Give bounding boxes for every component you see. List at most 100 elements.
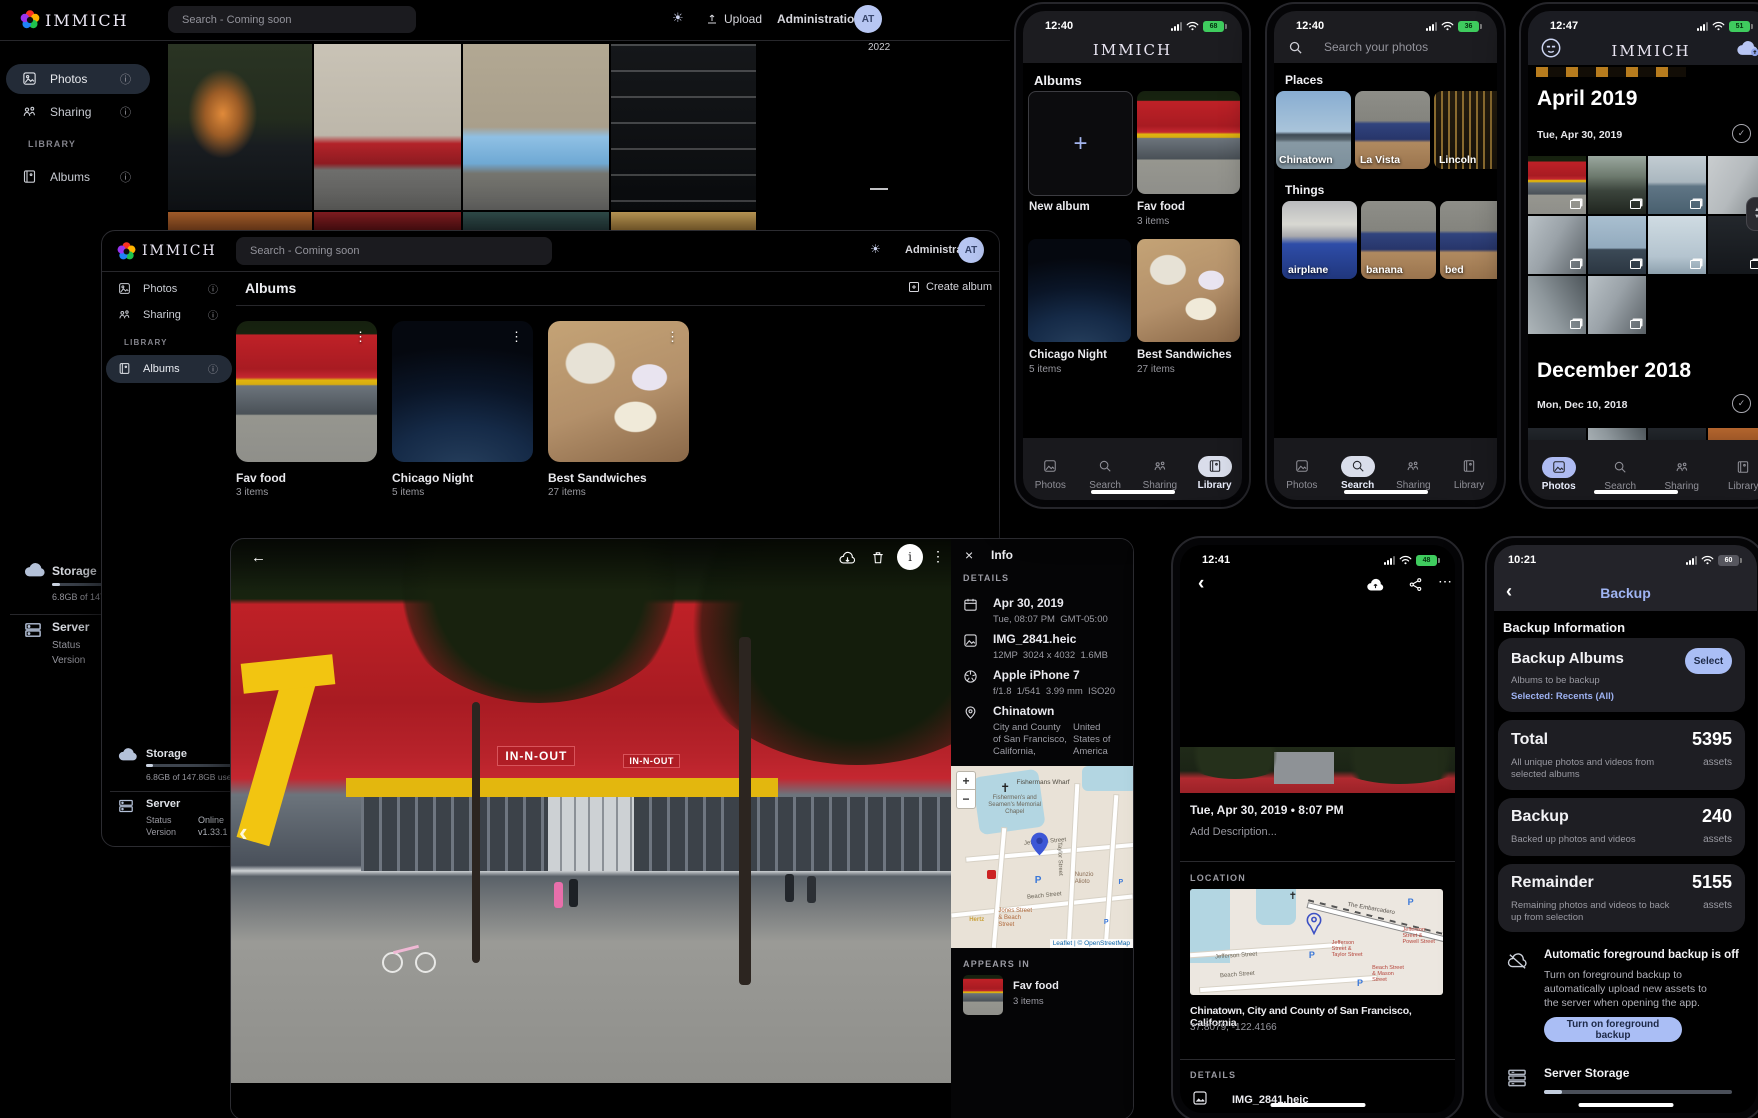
photo-thumb[interactable] [1648,156,1706,214]
map-zoom-out-button[interactable]: − [956,789,976,809]
photo-tile[interactable] [463,44,609,210]
photo-tile[interactable] [611,212,756,230]
administration-button[interactable]: Administration [777,12,862,26]
description-field[interactable]: Add Description... [1190,826,1277,838]
map-attribution[interactable]: Leaflet | © OpenStreetMap [1050,939,1133,948]
photo-thumb[interactable] [1528,156,1586,214]
back-chevron-icon[interactable]: ‹ [1198,573,1204,595]
nav-library[interactable]: Library [1441,456,1497,491]
info-icon[interactable]: ⓘ [120,71,131,87]
nav-sharing[interactable]: Sharing [1386,456,1442,491]
nav-photos-active[interactable]: Photos [1528,457,1590,492]
storefront-sign: IN-N-OUT [497,746,575,766]
stack-badge-icon [1690,200,1701,209]
search-input[interactable] [1310,35,1497,59]
street [966,842,1133,861]
photo-thumb[interactable] [1588,216,1646,274]
timeline-scrubber[interactable] [870,188,888,190]
user-avatar[interactable]: AT [958,237,984,263]
info-icon[interactable]: ⓘ [208,281,218,296]
library-icon [1726,457,1758,478]
nav-search[interactable]: Search [1590,457,1652,492]
coordinates-text: 37.8079, -122.4166 [1190,1022,1277,1033]
photo-thumb[interactable] [1648,216,1706,274]
detail-place-sub: City and County of San Francisco, Califo… [993,722,1069,758]
theme-toggle-sun-icon[interactable]: ☀ [870,242,881,256]
art-layer [1331,747,1455,784]
search-input[interactable] [236,237,552,265]
photo-tile[interactable] [314,212,461,230]
photo-tile[interactable] [463,212,609,230]
new-album-card[interactable]: + [1028,91,1133,196]
album-count: 3 items [1137,216,1169,227]
create-album-button[interactable]: Create album [908,281,992,293]
nav-label: Library [1198,480,1232,491]
upload-button[interactable]: Upload [706,12,762,26]
sidebar-item-albums[interactable]: Albums ⓘ [118,362,228,375]
appears-in-album[interactable]: Fav food 3 items [963,975,1123,1017]
share-icon[interactable] [1408,577,1423,592]
sidebar-item-photos[interactable]: Photos ⓘ [118,282,228,295]
info-icon[interactable]: ⓘ [208,307,218,322]
nav-library[interactable]: Library [1713,457,1758,492]
album-menu-icon[interactable]: ⋮ [354,329,367,345]
nav-sharing[interactable]: Sharing [1651,457,1713,492]
info-icon[interactable]: ⓘ [120,104,131,120]
timeline-year[interactable]: 2022 [868,42,890,53]
server-icon [24,622,42,638]
upload-cloud-icon[interactable] [1736,39,1758,57]
info-icon[interactable]: ⓘ [208,361,218,376]
previous-photo-chevron[interactable]: ‹ [239,817,248,848]
turn-on-backup-button[interactable]: Turn on foreground backup [1544,1017,1682,1042]
map-zoom-in-button[interactable]: + [956,771,976,791]
photo-tile[interactable] [168,212,312,230]
sidebar-item-albums[interactable]: Albums ⓘ [22,169,142,184]
photo-thumb[interactable] [1528,216,1586,274]
select-day-check-icon[interactable]: ✓ [1732,394,1751,413]
select-day-check-icon[interactable]: ✓ [1732,124,1751,143]
stat-desc: All unique photos and videos from select… [1511,757,1671,781]
album-card-fav-food[interactable] [1137,91,1240,194]
album-card-best-sandwiches[interactable]: ⋮ Best Sandwiches 27 items [548,321,689,498]
nav-search-active[interactable]: Search [1330,456,1386,491]
back-arrow-icon[interactable]: ← [251,549,266,566]
search-input[interactable] [168,6,416,33]
location-map[interactable]: Fishermans Wharf Fishermen's and Seamen'… [951,766,1133,948]
timeline-scroll-thumb[interactable]: ▲▼ [1746,197,1758,231]
photo-thumb[interactable] [1588,156,1646,214]
info-icon-active[interactable]: i [897,544,923,570]
photo-strip[interactable] [1180,747,1455,793]
upload-cloud-icon[interactable] [1366,578,1385,592]
close-icon[interactable]: × [965,547,973,563]
sidebar-item-photos[interactable]: Photos ⓘ [22,71,142,86]
photo-tile[interactable] [314,44,461,210]
photo-thumb[interactable] [1588,276,1646,334]
user-avatar[interactable]: AT [854,5,882,33]
info-icon[interactable]: ⓘ [120,169,131,185]
sharing-icon [1143,456,1177,477]
nav-photos[interactable]: Photos [1023,456,1078,491]
album-menu-icon[interactable]: ⋮ [510,329,523,345]
album-card-fav-food[interactable]: ⋮ Fav food 3 items [236,321,377,498]
photo-thumb[interactable] [1528,276,1586,334]
album-card-best-sandwiches[interactable] [1137,239,1240,342]
photo-tile[interactable] [168,44,312,210]
trash-icon[interactable] [871,550,885,565]
location-map[interactable]: The Embarcadero Jefferson Street Beach S… [1190,889,1443,995]
sidebar-item-sharing[interactable]: Sharing ⓘ [118,308,228,321]
photo-tile[interactable] [611,44,756,210]
album-card-chicago-night[interactable]: ⋮ Chicago Night 5 items [392,321,533,498]
nav-library-active[interactable]: Library [1187,456,1242,491]
more-menu-icon[interactable]: ⋮ [931,548,945,565]
album-menu-icon[interactable]: ⋮ [666,329,679,345]
cloud-download-icon[interactable] [839,551,856,565]
album-card-chicago-night[interactable] [1028,239,1131,342]
nav-search[interactable]: Search [1078,456,1133,491]
select-albums-button[interactable]: Select [1685,648,1732,674]
nav-sharing[interactable]: Sharing [1133,456,1188,491]
theme-toggle-sun-icon[interactable]: ☀ [672,10,684,26]
more-menu-icon[interactable]: ⋯ [1438,573,1452,590]
nav-photos[interactable]: Photos [1274,456,1330,491]
appears-in-heading: APPEARS IN [963,959,1030,969]
sidebar-item-sharing[interactable]: Sharing ⓘ [22,104,142,119]
